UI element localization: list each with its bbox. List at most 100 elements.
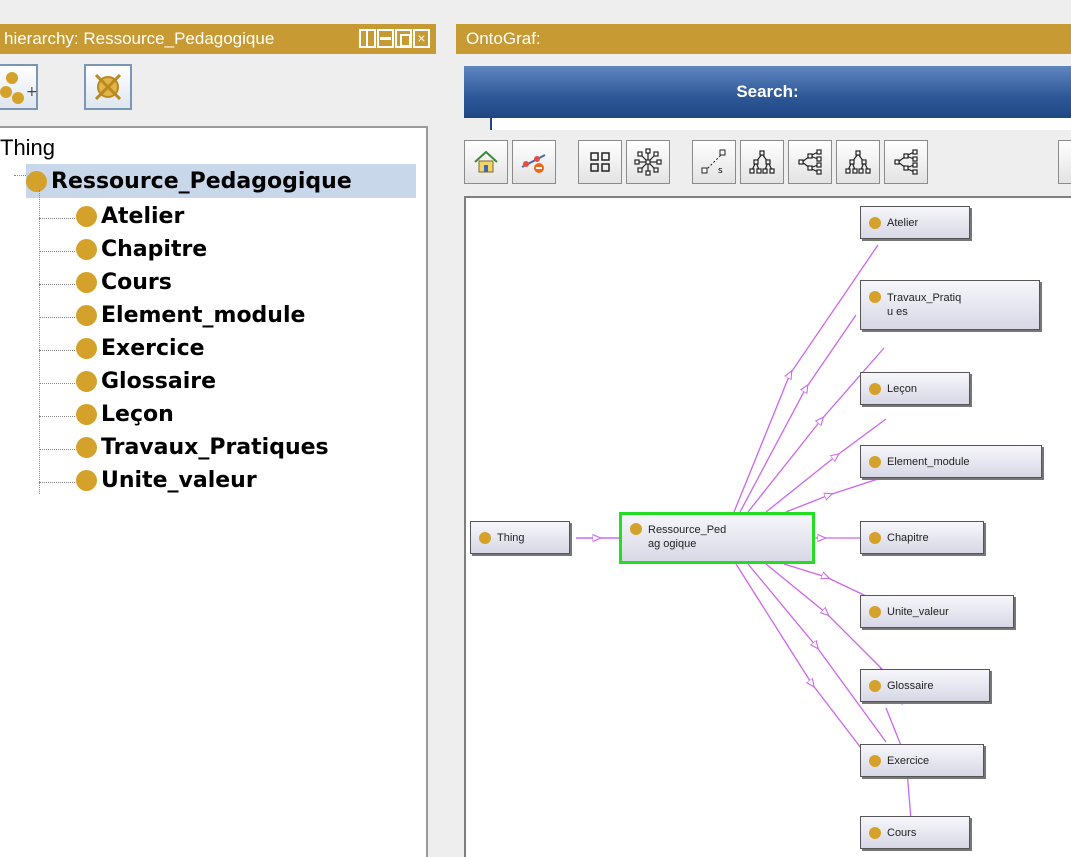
graph-node-unite-valeur[interactable]: Unite_valeur [860,595,1014,628]
graph-node-label: Cours [887,826,917,839]
hierarchy-toolbar: + [0,54,436,122]
minimize-icon[interactable] [377,29,394,48]
class-icon [76,370,97,392]
class-icon [869,605,881,618]
class-tree: Thing Ressource_Pedagogique Atelier Chap… [0,126,428,857]
tree-node-unite-valeur[interactable]: Unite_valeur [76,464,257,496]
graph-node-label: Chapitre [887,531,929,544]
close-icon[interactable]: × [413,29,430,48]
graph-node-ressource-pedagogique[interactable]: Ressource_Pedag ogique [619,512,815,564]
graph-node-travaux-pratiques[interactable]: Travaux_Pratiqu es [860,280,1040,330]
tree-node-label: Unite_valeur [101,467,257,493]
ontograf-panel: OntoGraf: Search: s Thing Ressource_Peda… [456,0,1071,857]
hierarchy-title-bar: hierarchy: Ressource_Pedagogique × [0,24,436,54]
tree-node-lecon[interactable]: Leçon [76,398,174,430]
tree-node-label: Atelier [101,203,185,229]
graph-node-glossaire[interactable]: Glossaire [860,669,990,702]
tree-layout-vertical-alt-icon [845,150,871,174]
tree-selected-label: Ressource_Pedagogique [51,168,352,194]
graph-toolbar: s [464,134,1071,196]
class-icon [76,469,97,491]
graph-node-cours[interactable]: Cours [860,816,970,849]
tree-node-atelier[interactable]: Atelier [76,200,184,232]
tree-node-chapitre[interactable]: Chapitre [76,233,207,265]
maximize-icon[interactable] [395,29,412,48]
tree-layout-vertical-icon [749,150,775,174]
graph-node-label: Unite_valeur [887,605,949,618]
class-icon [76,337,97,359]
edge-exercice-b [735,563,875,766]
tree-layout-vertical-button[interactable] [740,140,784,184]
graph-node-label: Element_module [887,455,970,468]
tree-node-label: Element_module [101,302,306,328]
edge-travaux-pratiques [739,314,857,513]
svg-text:s: s [718,166,723,176]
delete-class-button[interactable] [84,64,132,110]
window-controls: × [359,29,430,48]
radial-layout-button[interactable] [626,140,670,184]
class-icon [479,531,491,544]
panel-splitter[interactable] [436,0,456,857]
svg-text:+: + [26,84,38,100]
edge-atelier [733,244,879,513]
more-tools-button[interactable] [1058,140,1071,184]
tree-node-ressource-pedagogique[interactable]: Ressource_Pedagogique [26,164,416,198]
class-icon [869,531,881,544]
class-icon [869,216,881,229]
graph-node-lecon[interactable]: Leçon [860,372,970,405]
tree-layout-horizontal-alt-button[interactable] [884,140,928,184]
tree-layout-vertical-alt-button[interactable] [836,140,880,184]
class-icon [869,455,881,468]
add-subclass-icon: + [0,72,38,104]
grid-layout-button[interactable] [578,140,622,184]
class-icon [26,170,47,192]
class-icon [869,382,881,395]
tree-node-element-module[interactable]: Element_module [76,299,305,331]
tree-node-thing[interactable]: Thing [0,132,55,164]
graph-node-element-module[interactable]: Element_module [860,445,1042,478]
tree-node-label: Exercice [101,335,205,361]
delete-class-icon [94,73,122,101]
class-icon [76,304,97,326]
edge-unite-valeur [783,563,867,597]
remove-node-button[interactable] [512,140,556,184]
class-icon [869,291,881,303]
graph-node-label: Travaux_Pratiqu es [887,292,962,318]
class-icon [869,826,881,839]
tree-node-glossaire[interactable]: Glossaire [76,365,216,397]
search-header: Search: [464,66,1071,118]
graph-canvas[interactable]: Thing Ressource_Pedag ogique Atelier Tra… [464,196,1071,857]
spring-layout-button[interactable]: s [692,140,736,184]
tree-node-cours[interactable]: Cours [76,266,172,298]
remove-node-icon [521,154,546,173]
tree-node-label: Chapitre [101,236,208,262]
tree-layout-horizontal-button[interactable] [788,140,832,184]
graph-node-label: Leçon [887,382,917,395]
class-icon [630,523,642,535]
class-hierarchy-panel: hierarchy: Ressource_Pedagogique × + Thi… [0,0,436,857]
add-subclass-button[interactable]: + [0,64,38,110]
tree-node-exercice[interactable]: Exercice [76,332,205,364]
graph-node-label: Exercice [887,754,930,767]
graph-node-label: Atelier [887,216,919,229]
tree-node-travaux-pratiques[interactable]: Travaux_Pratiques [76,431,329,463]
spring-layout-icon: s [701,149,726,176]
tree-node-label: Travaux_Pratiques [101,434,329,460]
graph-node-exercice[interactable]: Exercice [860,744,984,777]
edge-element-module-b [785,478,879,513]
split-view-icon[interactable] [359,29,376,48]
grid-layout-icon [590,152,610,172]
tree-layout-horizontal-alt-icon [894,149,918,175]
home-icon [474,150,498,173]
ontograf-title: OntoGraf: [456,24,1071,54]
graph-node-thing[interactable]: Thing [470,521,570,554]
class-icon [869,679,881,692]
graph-node-atelier[interactable]: Atelier [860,206,970,239]
home-button[interactable] [464,140,508,184]
tree-node-label: Cours [101,269,172,295]
graph-node-label: Ressource_Pedag ogique [648,524,727,550]
class-icon [76,436,97,458]
graph-node-chapitre[interactable]: Chapitre [860,521,984,554]
search-input[interactable] [490,118,1071,130]
class-icon [76,271,97,293]
